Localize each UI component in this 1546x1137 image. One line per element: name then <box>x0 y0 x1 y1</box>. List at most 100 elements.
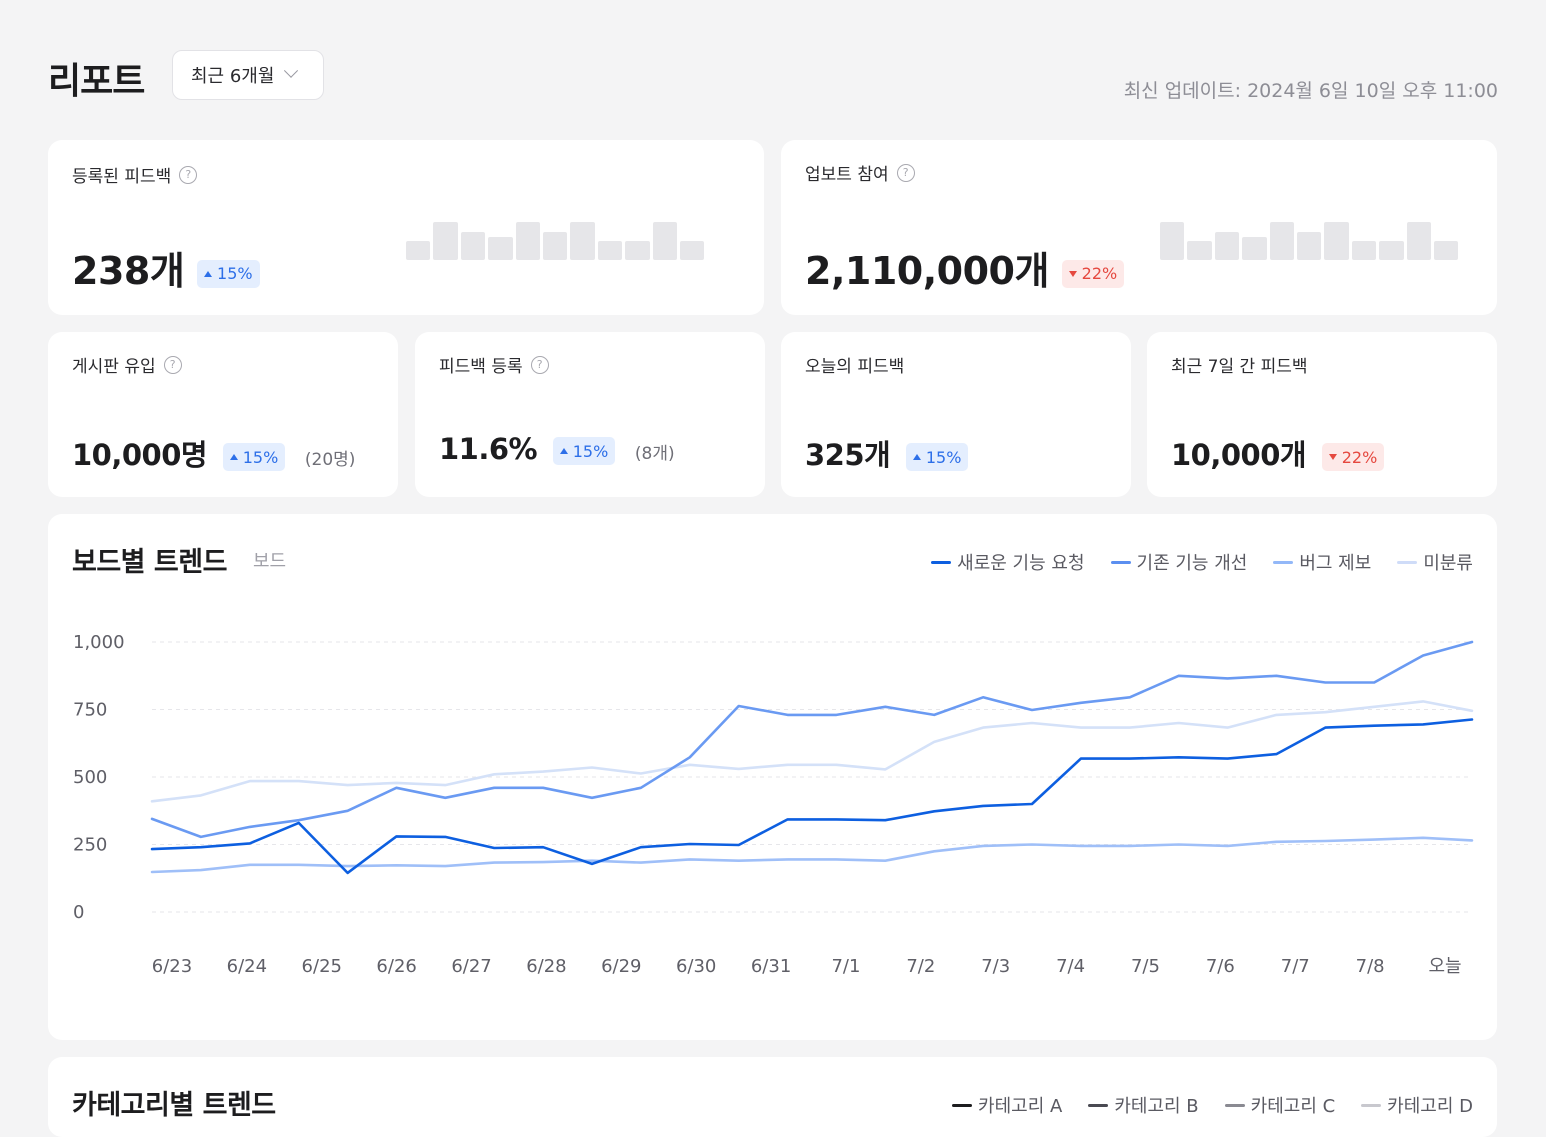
change-badge: 15% <box>197 259 260 288</box>
legend-swatch <box>952 1103 973 1107</box>
x-tick-label: 6/26 <box>376 956 416 977</box>
arrow-up-icon <box>204 270 213 277</box>
x-tick-label: 7/2 <box>906 956 935 977</box>
sparkline-bar <box>1269 222 1294 260</box>
chart-legend: 카테고리 A 카테고리 B 카테고리 C 카테고리 D <box>952 1092 1473 1118</box>
help-icon[interactable]: ? <box>163 355 182 374</box>
card-value: 11.6% <box>439 432 538 466</box>
card-sub-value: (20명) <box>304 450 356 470</box>
help-icon[interactable]: ? <box>530 355 549 374</box>
card-value: 10,000개 <box>1171 438 1307 472</box>
sparkline-bar <box>460 231 486 260</box>
x-tick-label: 7/5 <box>1131 956 1160 977</box>
card-registered-feedback: 등록된 피드백 ? 238개 15% <box>48 140 764 315</box>
series-line <box>150 640 1474 839</box>
legend-item[interactable]: 카테고리 A <box>952 1092 1062 1118</box>
change-badge: 22% <box>1321 443 1385 471</box>
card-label: 오늘의 피드백 <box>805 357 905 377</box>
x-tick-label: 6/24 <box>227 956 267 977</box>
legend-swatch <box>1224 1103 1245 1107</box>
legend-item[interactable]: 카테고리 D <box>1361 1092 1473 1118</box>
card-value: 238개 <box>72 249 185 293</box>
chevron-down-icon <box>284 63 299 78</box>
sparkline-bar <box>1324 222 1349 260</box>
sparkline-bar <box>515 222 540 260</box>
x-tick-label: 6/25 <box>302 956 342 977</box>
sparkline-bar <box>488 237 513 260</box>
card-upvote-participation: 업보트 참여 ? 2,110,000개 22% <box>781 140 1497 315</box>
page-title: 리포트 <box>48 61 145 102</box>
period-select[interactable]: 최근 6개월 <box>172 50 324 100</box>
arrow-down-icon <box>1068 270 1077 277</box>
x-tick-label: 7/8 <box>1356 956 1385 977</box>
sparkline-bar <box>1160 222 1185 260</box>
card-value: 2,110,000개 <box>805 249 1049 293</box>
legend-swatch <box>1361 1103 1382 1107</box>
y-tick-label: 1,000 <box>73 632 125 653</box>
card-7day-feedback: 최근 7일 간 피드백 10,000개 22% <box>1147 332 1497 497</box>
sparkline-bar <box>1242 237 1267 260</box>
sparkline-bar <box>1351 241 1377 260</box>
series-line <box>150 700 1474 803</box>
card-label: 등록된 피드백 <box>72 167 172 187</box>
sparkline <box>406 222 705 260</box>
x-tick-label: 6/28 <box>526 956 566 977</box>
sparkline-bar <box>1214 231 1240 260</box>
sparkline-bar <box>542 231 568 260</box>
period-select-label: 최근 6개월 <box>191 66 275 87</box>
change-badge: 22% <box>1061 259 1125 288</box>
series-line <box>150 836 1474 874</box>
sparkline-bar <box>597 241 623 260</box>
sparkline-bar <box>1296 231 1322 260</box>
arrow-up-icon <box>912 454 921 460</box>
card-label: 게시판 유입 <box>72 357 156 377</box>
arrow-up-icon <box>559 448 568 454</box>
sparkline-bar <box>433 222 458 260</box>
change-badge: 15% <box>222 443 286 471</box>
line-chart: 1,000 750 500 250 0 6/23 6/24 6/25 6/26 6/27 6/28 6… <box>73 632 1474 977</box>
y-tick-label: 0 <box>73 902 84 923</box>
help-icon[interactable]: ? <box>896 163 915 182</box>
sparkline-bar <box>1433 241 1459 260</box>
legend-item[interactable]: 카테고리 C <box>1224 1092 1335 1118</box>
x-tick-label: 6/31 <box>751 956 791 977</box>
x-tick-label: 7/7 <box>1281 956 1310 977</box>
card-value: 325개 <box>805 438 891 472</box>
x-tick-label: 6/27 <box>451 956 491 977</box>
arrow-up-icon <box>229 454 238 460</box>
card-label: 업보트 참여 <box>805 165 889 185</box>
card-feedback-registration: 피드백 등록 ? 11.6% 15% (8개) <box>415 332 765 497</box>
legend-item[interactable]: 카테고리 B <box>1088 1092 1199 1118</box>
help-icon[interactable]: ? <box>179 165 198 184</box>
x-tick-label: 7/1 <box>831 956 860 977</box>
sparkline <box>1160 222 1459 260</box>
x-tick-label: 6/23 <box>152 956 192 977</box>
sparkline-bar <box>679 241 705 260</box>
card-value: 10,000명 <box>72 438 208 472</box>
card-board-inflow: 게시판 유입 ? 10,000명 15% (20명) <box>48 332 398 497</box>
y-tick-label: 750 <box>73 700 107 721</box>
x-tick-label: 6/30 <box>676 956 716 977</box>
x-tick-label: 7/6 <box>1206 956 1235 977</box>
change-badge: 15% <box>552 437 616 465</box>
x-tick-label: 오늘 <box>1428 956 1461 977</box>
card-today-feedback: 오늘의 피드백 325개 15% <box>781 332 1131 497</box>
sparkline-bar <box>570 222 595 260</box>
card-label: 피드백 등록 <box>439 357 523 377</box>
last-updated: 최신 업데이트: 2024월 6일 10일 오후 11:00 <box>1123 80 1498 102</box>
x-tick-label: 7/3 <box>981 956 1010 977</box>
board-trend-card: 보드별 트렌드 보드 새로운 기능 요청 기존 기능 개선 버그 제보 미분류 … <box>48 514 1497 1040</box>
sparkline-bar <box>1379 241 1404 260</box>
sparkline-bar <box>625 241 650 260</box>
sparkline-bar <box>1187 241 1212 260</box>
series-line <box>150 718 1474 875</box>
change-badge: 15% <box>905 443 969 471</box>
card-sub-value: (8개) <box>634 444 675 464</box>
arrow-down-icon <box>1328 454 1337 460</box>
category-trend-card: 카테고리별 트렌드 카테고리 A 카테고리 B 카테고리 C 카테고리 D <box>48 1057 1497 1137</box>
sparkline-bar <box>1406 222 1431 260</box>
sparkline-bar <box>406 241 431 260</box>
section-title: 카테고리별 트렌드 <box>72 1090 276 1121</box>
x-tick-label: 6/29 <box>601 956 641 977</box>
card-label: 최근 7일 간 피드백 <box>1171 357 1308 377</box>
